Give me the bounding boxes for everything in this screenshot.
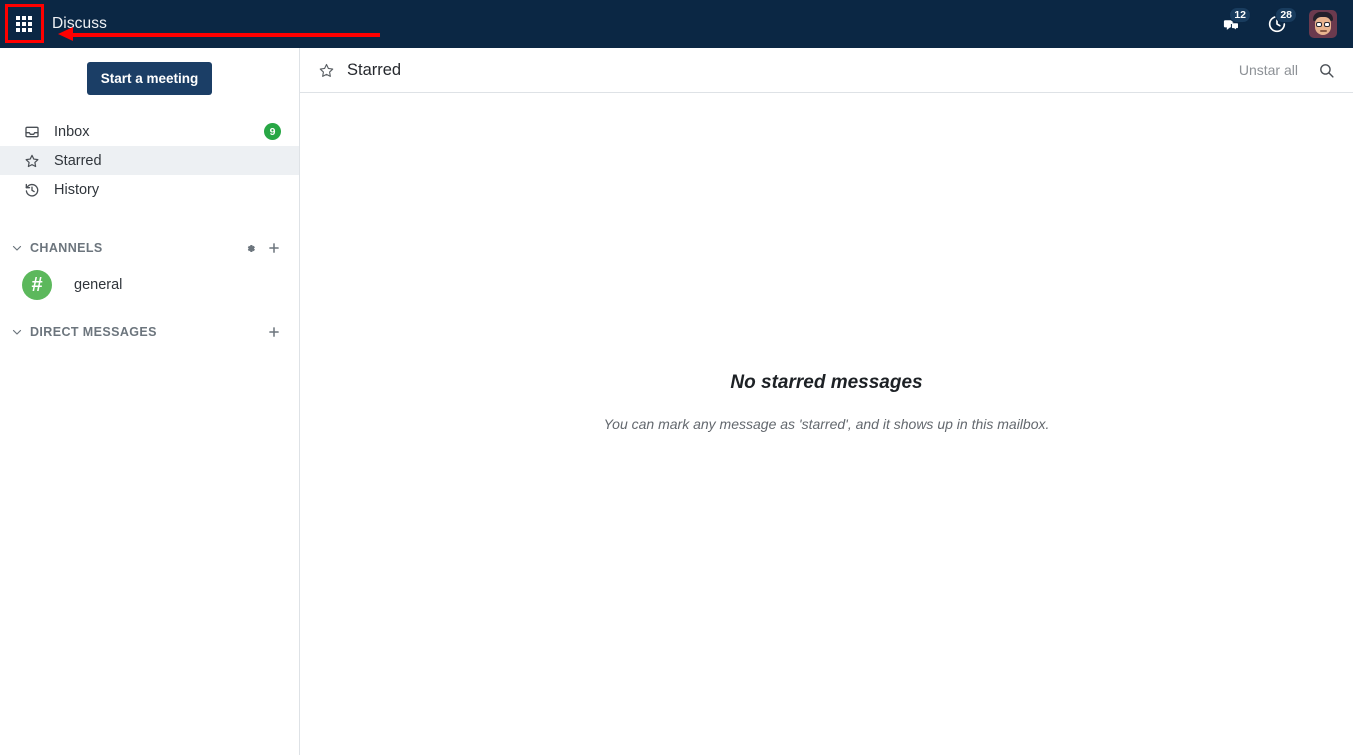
sidebar-item-inbox[interactable]: Inbox 9	[0, 117, 299, 146]
top-navbar: Discuss 12 28	[0, 0, 1353, 48]
messages-button[interactable]: 12	[1209, 0, 1253, 48]
start-meeting-button[interactable]: Start a meeting	[86, 62, 213, 95]
star-icon	[318, 62, 335, 79]
plus-icon[interactable]	[267, 325, 281, 339]
direct-messages-section-header[interactable]: DIRECT MESSAGES	[0, 318, 299, 346]
grid-apps-icon	[16, 16, 32, 32]
activity-button[interactable]: 28	[1255, 0, 1299, 48]
inbox-icon	[24, 124, 46, 140]
chevron-down-icon	[8, 326, 26, 338]
activity-badge: 28	[1275, 7, 1297, 23]
sidebar-item-inbox-label: Inbox	[54, 123, 90, 140]
topbar-actions: 12 28	[1209, 0, 1353, 48]
sidebar-item-starred-label: Starred	[54, 152, 102, 169]
sidebar: Start a meeting Inbox 9 Starred History …	[0, 48, 300, 755]
history-icon	[24, 182, 46, 198]
main-content: Starred Unstar all No starred messages Y…	[300, 48, 1353, 755]
sidebar-item-history[interactable]: History	[0, 175, 299, 204]
channels-section-title: CHANNELS	[30, 241, 103, 255]
main-header-actions: Unstar all	[1239, 62, 1335, 79]
search-button[interactable]	[1318, 62, 1335, 79]
empty-state: No starred messages You can mark any mes…	[300, 48, 1353, 755]
sidebar-item-channel-general[interactable]: # general	[0, 268, 299, 302]
direct-messages-section-title: DIRECT MESSAGES	[30, 325, 157, 339]
channel-label: general	[74, 277, 123, 293]
channels-section-header[interactable]: CHANNELS	[0, 234, 299, 262]
user-menu-button[interactable]	[1301, 0, 1345, 48]
empty-state-title: No starred messages	[730, 371, 923, 393]
apps-menu-button[interactable]	[0, 0, 48, 48]
plus-icon[interactable]	[267, 241, 281, 255]
mailbox-list: Inbox 9 Starred History	[0, 117, 299, 204]
avatar	[1309, 10, 1337, 38]
chevron-down-icon	[8, 242, 26, 254]
direct-messages-section-actions	[267, 325, 281, 339]
page-title: Starred	[347, 60, 402, 79]
sidebar-item-history-label: History	[54, 181, 100, 198]
start-meeting-row: Start a meeting	[0, 48, 299, 95]
inbox-badge: 9	[264, 123, 281, 140]
empty-state-subtitle: You can mark any message as 'starred', a…	[603, 415, 1050, 432]
channel-hash-icon: #	[22, 270, 52, 300]
unstar-all-button[interactable]: Unstar all	[1239, 62, 1298, 78]
sidebar-item-starred[interactable]: Starred	[0, 146, 299, 175]
gear-icon[interactable]	[244, 242, 257, 255]
app-title: Discuss	[52, 15, 107, 32]
star-icon	[24, 153, 46, 169]
main-header: Starred Unstar all	[300, 48, 1353, 93]
messages-badge: 12	[1229, 7, 1251, 23]
channels-section-actions	[244, 241, 281, 255]
